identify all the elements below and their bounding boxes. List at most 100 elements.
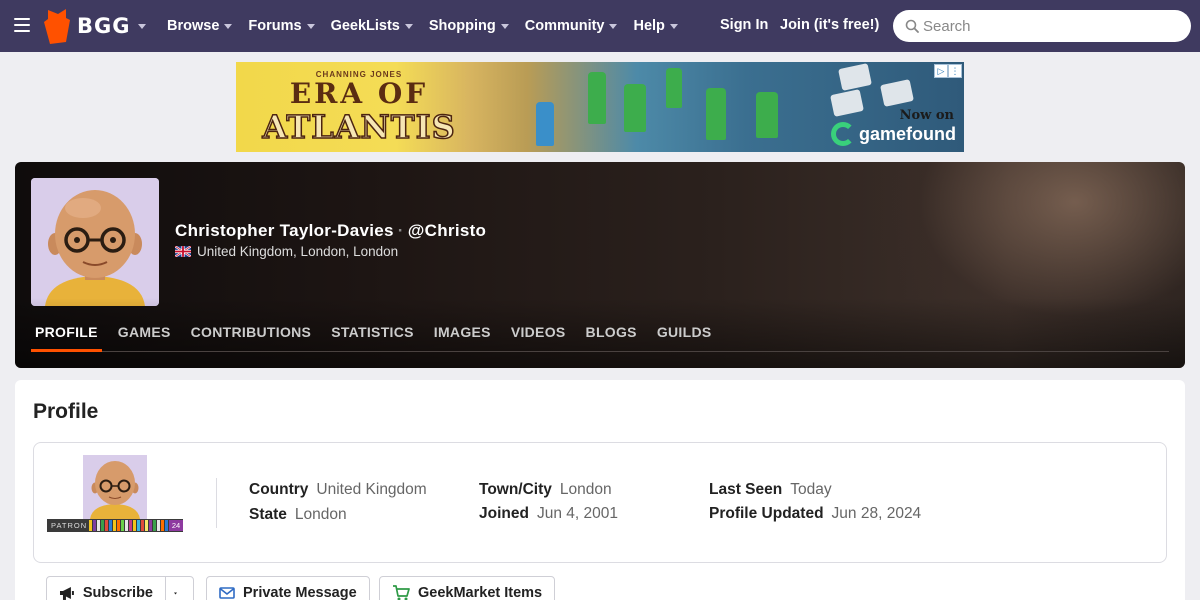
profile-tabs: PROFILE GAMES CONTRIBUTIONS STATISTICS I… <box>31 318 1169 352</box>
profile-card: Profile PATRON 24 Country United Kingdom… <box>15 380 1185 600</box>
avatar-small[interactable] <box>83 455 147 519</box>
ad-tile <box>838 63 872 91</box>
search-input[interactable] <box>923 17 1173 35</box>
profile-handle: @Christo <box>407 221 487 240</box>
chevron-down-icon <box>224 23 233 29</box>
tab-statistics[interactable]: STATISTICS <box>327 318 418 352</box>
patron-label: PATRON <box>51 521 88 530</box>
ad-figure <box>706 88 726 140</box>
chevron-down-icon <box>669 23 678 29</box>
avatar[interactable] <box>31 178 159 306</box>
last-seen-label: Last Seen <box>709 481 783 498</box>
town-label: Town/City <box>479 481 552 498</box>
gamefound-icon <box>831 122 855 146</box>
profile-header: Christopher Taylor-Davies · @Christo Unite… <box>15 162 1185 368</box>
search-box[interactable] <box>893 10 1191 42</box>
tab-blogs[interactable]: BLOGS <box>582 318 641 352</box>
nav-shopping[interactable]: Shopping <box>429 18 509 34</box>
chevron-down-icon <box>404 23 413 29</box>
nav-community-label: Community <box>524 18 605 34</box>
stat-last-seen: Last Seen Today <box>709 481 832 499</box>
geekmarket-items-label: GeekMarket Items <box>418 585 543 600</box>
ad-banner[interactable]: CHANNING JONES ERA OF ATLANTIS Now on ga… <box>236 62 964 152</box>
joined-label: Joined <box>479 505 529 522</box>
ad-figure <box>588 72 606 124</box>
nav-browse[interactable]: Browse <box>167 18 233 34</box>
bgg-logo-icon <box>44 9 70 44</box>
subscribe-button[interactable]: Subscribe <box>46 576 166 600</box>
profile-location: United Kingdom, London, London <box>175 244 398 259</box>
tab-videos[interactable]: VIDEOS <box>507 318 570 352</box>
separator-dot: · <box>397 221 404 240</box>
nav-forums[interactable]: Forums <box>248 18 315 34</box>
ad-title-block: CHANNING JONES ERA OF ATLANTIS <box>250 70 468 146</box>
subscribe-label: Subscribe <box>82 585 153 600</box>
private-message-label: Private Message <box>243 585 357 600</box>
avatar-small-image <box>83 455 147 519</box>
main-menu: Browse Forums GeekLists Shopping Communi… <box>167 0 694 52</box>
subscribe-dropdown-button[interactable] <box>165 576 194 600</box>
chevron-down-icon <box>306 23 315 29</box>
ad-tile <box>830 89 864 117</box>
nav-geeklists-label: GeekLists <box>330 18 400 34</box>
profile-updated-label: Profile Updated <box>709 505 824 522</box>
tab-contributions[interactable]: CONTRIBUTIONS <box>187 318 316 352</box>
stat-country: Country United Kingdom <box>249 481 427 499</box>
patron-badge: PATRON 24 <box>47 519 183 532</box>
profile-updated-value: Jun 28, 2024 <box>831 505 922 522</box>
join-link[interactable]: Join (it's free!) <box>780 17 879 33</box>
bgg-logo[interactable]: BGG <box>44 8 130 44</box>
ad-atlantis-text: ATLANTIS <box>262 108 456 146</box>
ad-options-icon[interactable]: ⋮ <box>948 64 962 78</box>
ad-choices[interactable]: ▷ ⋮ <box>934 64 962 78</box>
stat-profile-updated: Profile Updated Jun 28, 2024 <box>709 505 921 523</box>
uk-flag-icon <box>175 246 191 257</box>
ad-gamefound-logo: gamefound <box>831 122 956 146</box>
chevron-down-icon <box>609 23 618 29</box>
sign-in-link[interactable]: Sign In <box>720 17 768 33</box>
stat-state: State London <box>249 506 347 524</box>
ad-now-on: Now on <box>899 108 954 123</box>
cart-icon <box>393 585 410 600</box>
patron-year: 24 <box>169 520 183 531</box>
logo-dropdown-icon[interactable] <box>138 24 146 29</box>
profile-details: PATRON 24 Country United Kingdom State L… <box>33 442 1167 563</box>
divider <box>216 478 217 528</box>
nav-community[interactable]: Community <box>525 18 618 34</box>
stat-town: Town/City London <box>479 481 612 499</box>
caret-down-icon <box>174 592 177 594</box>
hamburger-menu-icon[interactable] <box>14 18 30 32</box>
tab-games[interactable]: GAMES <box>114 318 175 352</box>
country-value: United Kingdom <box>316 481 427 498</box>
private-message-button[interactable]: Private Message <box>206 576 370 600</box>
nav-forums-label: Forums <box>248 18 302 34</box>
page-title: Profile <box>33 400 99 423</box>
last-seen-value: Today <box>790 481 832 498</box>
megaphone-icon <box>59 587 74 600</box>
ad-figure <box>536 102 554 146</box>
nav-shopping-label: Shopping <box>428 18 496 34</box>
geekmarket-items-button[interactable]: GeekMarket Items <box>379 576 556 600</box>
nav-help-label: Help <box>633 18 665 34</box>
tab-images[interactable]: IMAGES <box>430 318 495 352</box>
tab-profile[interactable]: PROFILE <box>31 318 102 352</box>
logo-text: BGG <box>77 14 131 38</box>
town-value: London <box>559 481 612 498</box>
country-label: Country <box>249 481 309 498</box>
ad-era-text: ERA OF <box>289 77 429 110</box>
chevron-down-icon <box>500 23 509 29</box>
envelope-icon <box>219 587 235 599</box>
tab-guilds[interactable]: GUILDS <box>653 318 716 352</box>
search-icon <box>905 19 919 33</box>
ad-figure <box>624 84 646 132</box>
nav-geeklists[interactable]: GeekLists <box>331 18 413 34</box>
patron-stripes <box>89 520 169 531</box>
top-nav: BGG Browse Forums GeekLists Shopping Com… <box>0 0 1200 52</box>
state-label: State <box>249 506 287 523</box>
nav-help[interactable]: Help <box>633 18 678 34</box>
ad-figure <box>756 92 778 138</box>
profile-name-line: Christopher Taylor-Davies · @Christo <box>175 221 486 241</box>
ad-choices-icon[interactable]: ▷ <box>934 64 948 78</box>
nav-browse-label: Browse <box>167 18 220 34</box>
action-buttons: Subscribe Private Message GeekMarket Ite… <box>46 576 646 600</box>
